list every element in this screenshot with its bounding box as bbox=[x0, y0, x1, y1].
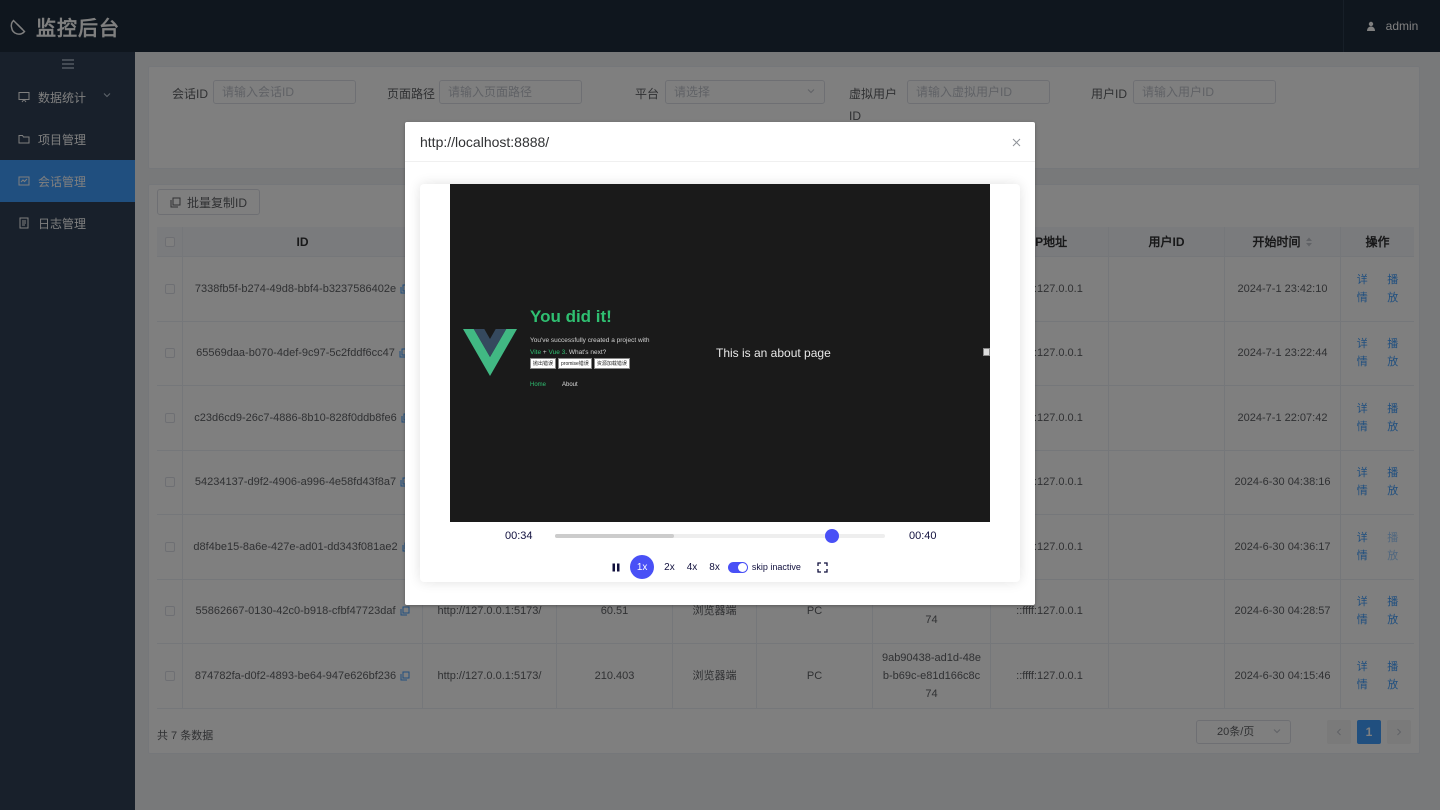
progress-bar[interactable] bbox=[555, 529, 885, 543]
replay-promise-button: promise错误 bbox=[558, 358, 592, 369]
dialog-header: http://localhost:8888/ bbox=[405, 122, 1035, 162]
pause-button[interactable] bbox=[612, 563, 620, 572]
speed-8x-button[interactable]: 8x bbox=[709, 562, 720, 573]
replay-screen[interactable]: You did it! You've successfully created … bbox=[450, 184, 990, 522]
speed-1x-button[interactable]: 1x bbox=[630, 555, 655, 579]
replay-nav-about: About bbox=[562, 382, 578, 388]
fullscreen-button[interactable] bbox=[817, 561, 828, 573]
replay-player: You did it! You've successfully created … bbox=[420, 184, 1020, 582]
replay-subtitle-line: You've successfully created a project wi… bbox=[530, 337, 650, 344]
replay-resource-button: 资源加载错误 bbox=[593, 358, 630, 369]
speed-2x-button[interactable]: 2x bbox=[664, 562, 675, 573]
replay-subtitle: You've successfully created a project wi… bbox=[530, 335, 690, 359]
progress-buffered bbox=[555, 534, 674, 538]
skip-inactive-label: skip inactive bbox=[751, 562, 801, 572]
replay-buttons: 抛出错误 promise错误 资源加载错误 bbox=[530, 358, 632, 369]
skip-inactive-control: skip inactive bbox=[727, 561, 801, 573]
close-icon[interactable] bbox=[1012, 138, 1021, 147]
vue-logo-icon bbox=[463, 329, 517, 376]
broken-image-icon bbox=[983, 348, 990, 356]
replay-error-button: 抛出错误 bbox=[530, 358, 557, 369]
replay-about-text: This is an about page bbox=[716, 346, 831, 360]
total-time: 00:40 bbox=[909, 530, 937, 542]
skip-inactive-toggle[interactable] bbox=[727, 561, 748, 573]
progress-handle[interactable] bbox=[825, 529, 840, 543]
replay-heading: You did it! bbox=[530, 307, 612, 326]
current-time: 00:34 bbox=[505, 530, 533, 542]
dialog-title: http://localhost:8888/ bbox=[420, 133, 550, 150]
player-controls: 1x 2x 4x 8x skip inactive bbox=[420, 554, 1020, 580]
pause-icon bbox=[612, 563, 620, 571]
fullscreen-icon bbox=[817, 561, 828, 573]
plus-text: + bbox=[541, 349, 549, 356]
replay-dialog: http://localhost:8888/ You did it! You'v… bbox=[405, 122, 1035, 605]
speed-4x-button[interactable]: 4x bbox=[687, 562, 698, 573]
vite-link: Vite bbox=[530, 349, 542, 356]
next-text: . What's next? bbox=[565, 349, 607, 356]
replay-nav-home: Home bbox=[530, 382, 547, 388]
vue-link: Vue 3 bbox=[548, 349, 566, 356]
